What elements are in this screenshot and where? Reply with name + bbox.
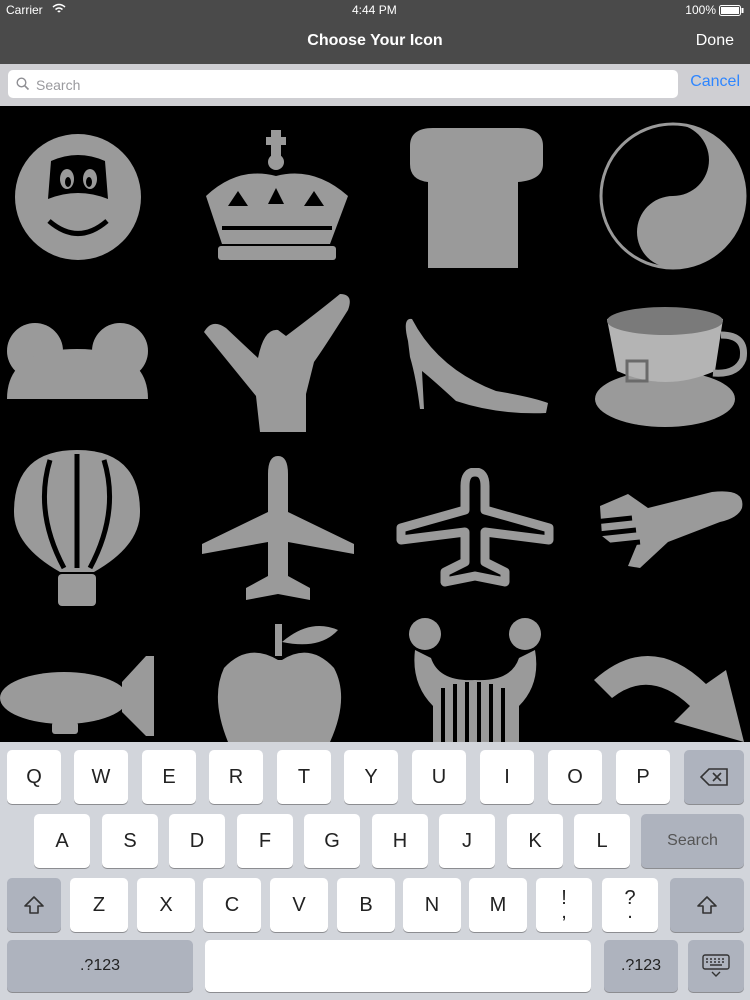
done-button[interactable]: Done <box>696 32 734 50</box>
smiley-face-icon[interactable] <box>5 121 145 261</box>
shift-arrow-icon <box>24 896 44 914</box>
curved-arrow-icon[interactable] <box>590 640 750 742</box>
key-b[interactable]: B <box>337 878 395 932</box>
key-v[interactable]: V <box>270 878 328 932</box>
shift-arrow-icon <box>697 896 717 914</box>
key-z[interactable]: Z <box>70 878 128 932</box>
key-p[interactable]: P <box>616 750 670 804</box>
key-h[interactable]: H <box>372 814 428 868</box>
key-o[interactable]: O <box>548 750 602 804</box>
dismiss-keyboard-key[interactable] <box>688 940 744 992</box>
key-u[interactable]: U <box>412 750 466 804</box>
shaka-hand-icon[interactable] <box>198 292 358 437</box>
carrier-label: Carrier <box>6 3 43 17</box>
key-question-period-label: ? . <box>624 887 636 923</box>
key-e[interactable]: E <box>142 750 196 804</box>
wifi-icon <box>52 3 66 17</box>
key-x[interactable]: X <box>137 878 195 932</box>
backspace-icon <box>700 768 728 786</box>
yin-yang-icon[interactable] <box>598 121 748 271</box>
search-field[interactable] <box>8 70 678 98</box>
numbers-key-left[interactable]: .?123 <box>7 940 193 992</box>
high-heel-shoe-icon[interactable] <box>398 311 553 416</box>
fast-plane-icon[interactable] <box>592 472 750 582</box>
airplane-outline-icon[interactable] <box>395 468 555 588</box>
space-bar[interactable] <box>205 940 591 992</box>
key-w[interactable]: W <box>74 750 128 804</box>
key-d[interactable]: D <box>169 814 225 868</box>
shift-key-right[interactable] <box>670 878 744 932</box>
clock-label: 4:44 PM <box>352 3 397 17</box>
backspace-key[interactable] <box>684 750 744 804</box>
teacup-icon[interactable] <box>593 301 750 431</box>
key-i[interactable]: I <box>480 750 534 804</box>
key-exclamation-comma[interactable]: ! , <box>536 878 592 932</box>
blimp-icon[interactable] <box>0 652 160 742</box>
crown-icon[interactable] <box>198 126 358 266</box>
search-bar: Cancel <box>0 64 750 106</box>
status-bar: Carrier 4:44 PM 100% <box>0 0 750 20</box>
icon-grid <box>0 106 750 742</box>
key-g[interactable]: G <box>304 814 360 868</box>
key-r[interactable]: R <box>209 750 263 804</box>
search-input[interactable] <box>34 74 668 96</box>
key-a[interactable]: A <box>34 814 90 868</box>
key-k[interactable]: K <box>507 814 563 868</box>
key-f[interactable]: F <box>237 814 293 868</box>
battery-icon <box>719 5 744 19</box>
key-j[interactable]: J <box>439 814 495 868</box>
airplane-icon[interactable] <box>198 454 358 606</box>
key-exclamation-comma-label: ! , <box>561 887 567 923</box>
page-title: Choose Your Icon <box>307 32 443 49</box>
key-m[interactable]: M <box>469 878 527 932</box>
apple-icon[interactable] <box>210 616 350 742</box>
mouse-ears-hat-icon[interactable] <box>5 321 150 411</box>
key-q[interactable]: Q <box>7 750 61 804</box>
shift-key-left[interactable] <box>7 878 61 932</box>
on-screen-keyboard: Q W E R T Y U I O P A S D F G H J K L Se… <box>0 742 750 1000</box>
keyboard-dismiss-icon <box>702 954 730 977</box>
key-n[interactable]: N <box>403 878 461 932</box>
chef-hat-icon[interactable] <box>398 124 553 269</box>
numbers-key-right[interactable]: .?123 <box>604 940 678 992</box>
battery-label: 100% <box>685 3 716 17</box>
key-c[interactable]: C <box>203 878 261 932</box>
key-l[interactable]: L <box>574 814 630 868</box>
key-question-period[interactable]: ? . <box>602 878 658 932</box>
lyre-icon[interactable] <box>403 614 548 742</box>
navigation-bar: Choose Your Icon Done <box>0 20 750 64</box>
cancel-button[interactable]: Cancel <box>690 73 740 91</box>
hot-air-balloon-icon[interactable] <box>10 446 145 611</box>
search-key[interactable]: Search <box>641 814 744 868</box>
key-y[interactable]: Y <box>344 750 398 804</box>
key-t[interactable]: T <box>277 750 331 804</box>
key-s[interactable]: S <box>102 814 158 868</box>
search-icon <box>16 77 30 96</box>
